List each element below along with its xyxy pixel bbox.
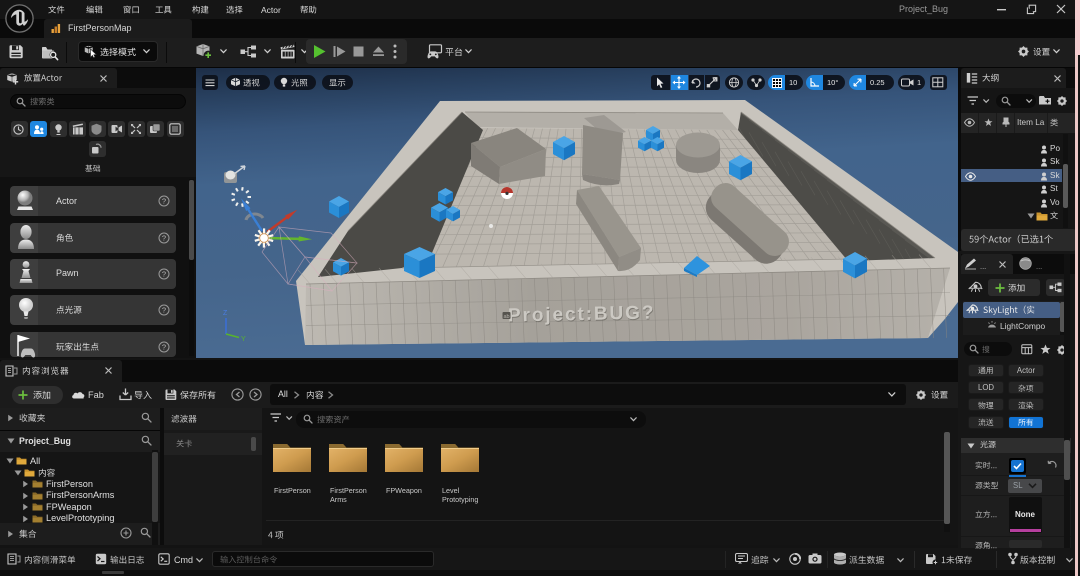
svg-text:?: ? [162,306,166,315]
svg-text:?: ? [162,197,166,206]
svg-text:Z: Z [223,310,228,317]
svg-text:?: ? [162,342,166,351]
svg-text:?: ? [162,269,166,278]
svg-text:?: ? [162,233,166,242]
svg-text:ab: ab [503,314,509,320]
svg-text:Y: Y [241,336,246,343]
